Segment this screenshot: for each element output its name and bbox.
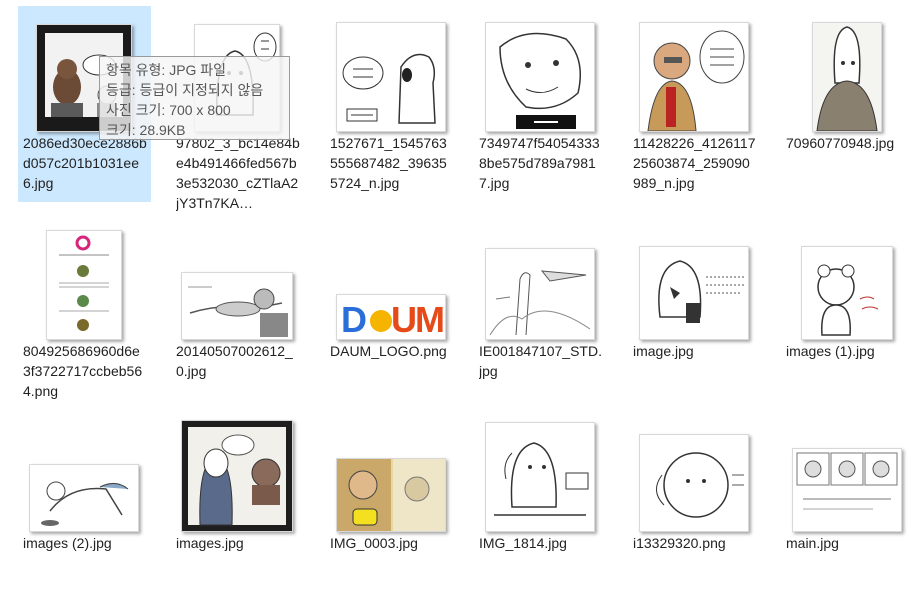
alien-cartoon-icon (181, 420, 293, 532)
file-name: 11428226_412611725603874_259090989_n.jpg (633, 135, 756, 191)
file-tile[interactable]: D U M DAUM_LOGO.png (325, 214, 458, 410)
file-name: 2086ed30ece2886bd057c201b1031ee6.jpg (23, 135, 147, 191)
file-name: main.jpg (786, 535, 839, 551)
svg-text:D: D (341, 299, 367, 339)
file-name: images.jpg (176, 535, 244, 551)
file-name: 1527671_1545763555687482_396355724_n.jpg (330, 135, 447, 191)
file-name: 97802_3_bc14e84be4b491466fed567b3e532030… (176, 135, 300, 211)
file-tile[interactable]: images (2).jpg (18, 406, 151, 602)
file-name: image.jpg (633, 343, 694, 359)
file-name: IMG_0003.jpg (330, 535, 418, 551)
tooltip-item-type: 항목 유형: JPG 파일 (106, 62, 227, 78)
file-tile[interactable]: IMG_1814.jpg (474, 406, 607, 602)
old-man-comic-icon (639, 22, 749, 132)
dog-face-icon (639, 434, 749, 532)
comic-strip-icon (792, 448, 902, 532)
file-info-tooltip: 항목 유형: JPG 파일 등급: 등급이 지정되지 않음 사진 크기: 700… (99, 56, 290, 140)
dog-speech-icon (336, 22, 446, 132)
file-tile[interactable]: IE001847107_STD.jpg (474, 214, 607, 410)
file-name: DAUM_LOGO.png (330, 343, 447, 359)
bald-man-icon (812, 22, 882, 132)
file-tile[interactable]: 7349747f540543338be575d789a79817.jpg (474, 6, 607, 202)
file-name: images (2).jpg (23, 535, 112, 551)
flying-man-icon (181, 272, 293, 340)
dog-desk-icon (485, 422, 595, 532)
file-name: 7349747f540543338be575d789a79817.jpg (479, 135, 600, 191)
svg-text:U: U (391, 299, 417, 339)
file-tile[interactable]: 20140507002612_0.jpg (171, 214, 304, 410)
yellow-comic-icon (336, 458, 446, 532)
file-name: IMG_1814.jpg (479, 535, 567, 551)
document-page-icon (46, 230, 122, 340)
file-name: 70960770948.jpg (786, 135, 895, 151)
file-tile[interactable]: 1527671_1545763555687482_396355724_n.jpg (325, 6, 458, 202)
file-tile[interactable]: main.jpg (781, 406, 914, 602)
tooltip-rating: 등급: 등급이 지정되지 않음 (106, 82, 264, 98)
file-tile[interactable]: 70960770948.jpg (781, 6, 914, 202)
landscape-sketch-icon (485, 248, 595, 340)
tooltip-dimensions: 사진 크기: 700 x 800 (106, 102, 231, 118)
file-tile[interactable]: images.jpg (171, 406, 304, 602)
file-name: images (1).jpg (786, 343, 875, 359)
file-name: 804925686960d6e3f3722717ccbeb564.png (23, 343, 143, 399)
file-tile[interactable]: 11428226_412611725603874_259090989_n.jpg (628, 6, 761, 202)
bear-sketch-icon (801, 246, 893, 340)
phone-man-icon (639, 246, 749, 340)
daum-logo-icon: D U M (336, 294, 446, 340)
file-tile[interactable]: IMG_0003.jpg (325, 406, 458, 602)
file-name: i13329320.png (633, 535, 726, 551)
tooltip-size: 크기: 28.9KB (106, 122, 186, 138)
file-name: IE001847107_STD.jpg (479, 343, 602, 379)
crawling-man-icon (29, 464, 139, 532)
svg-text:M: M (415, 299, 445, 339)
sketch-face-icon (485, 22, 595, 132)
file-tile[interactable]: image.jpg (628, 214, 761, 410)
file-tile[interactable]: i13329320.png (628, 406, 761, 602)
file-tile[interactable]: 804925686960d6e3f3722717ccbeb564.png (18, 214, 151, 410)
file-tile[interactable]: images (1).jpg (781, 214, 914, 410)
file-name: 20140507002612_0.jpg (176, 343, 293, 379)
file-grid: 2086ed30ece2886bd057c201b1031ee6.jpg 978… (0, 0, 917, 551)
